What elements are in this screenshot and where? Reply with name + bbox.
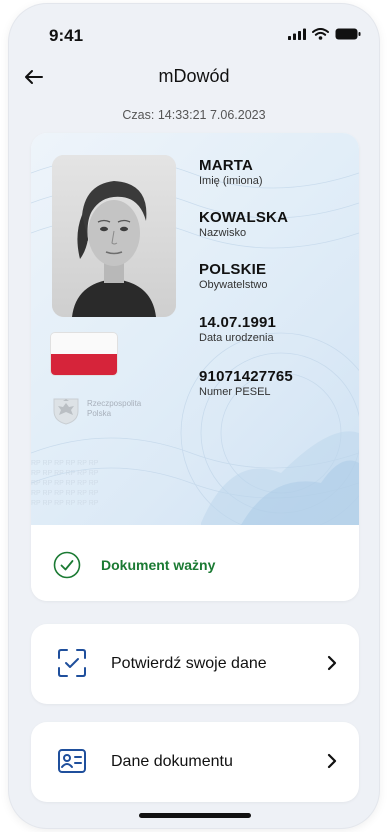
phone-screen: 9:41 mDowód Czas: 14:33:21 7.06.2023 RP …: [9, 4, 379, 828]
pesel-value: 91071427765: [199, 368, 293, 385]
document-details-button[interactable]: Dane dokumentu: [31, 722, 359, 802]
document-timestamp: Czas: 14:33:21 7.06.2023: [122, 108, 266, 122]
birth-date-label: Data urodzenia: [199, 332, 274, 344]
first-name-label: Imię (imiona): [199, 175, 263, 187]
check-circle-icon: [53, 551, 81, 579]
birth-date-value: 14.07.1991: [199, 314, 277, 331]
surname-label: Nazwisko: [199, 227, 247, 239]
emblem-caption: Rzeczpospolita Polska: [87, 399, 142, 418]
first-name-value: MARTA: [199, 157, 254, 174]
battery-icon: [335, 28, 361, 40]
confirm-data-label: Potwierdź swoje dane: [111, 655, 267, 672]
field-first-name: MARTA Imię (imiona): [199, 157, 263, 187]
document-details-label: Dane dokumentu: [111, 753, 233, 770]
svg-text:RP RP RP RP RP RP: RP RP RP RP RP RP: [31, 480, 99, 487]
id-card-icon: [58, 749, 86, 773]
wifi-icon: [312, 28, 329, 40]
chevron-right-icon: [327, 655, 337, 671]
page-title: mDowód: [158, 66, 230, 86]
signal-icon: [288, 28, 306, 40]
chevron-right-icon: [327, 753, 337, 769]
citizenship-value: POLSKIE: [199, 261, 267, 278]
top-bar: mDowód: [9, 58, 379, 94]
svg-text:RP RP RP RP RP RP: RP RP RP RP RP RP: [31, 490, 99, 497]
status-icons: [288, 28, 361, 40]
polish-flag: [51, 333, 117, 375]
document-status: Dokument ważny: [31, 525, 359, 601]
svg-text:RP RP RP RP RP RP: RP RP RP RP RP RP: [31, 470, 99, 477]
scan-check-icon: [58, 649, 86, 677]
pesel-label: Numer PESEL: [199, 386, 271, 398]
svg-text:RP RP RP RP RP RP: RP RP RP RP RP RP: [31, 460, 99, 467]
svg-text:RP RP RP RP RP RP: RP RP RP RP RP RP: [31, 500, 99, 507]
field-surname: KOWALSKA Nazwisko: [199, 209, 288, 239]
status-bar: 9:41: [9, 4, 379, 64]
confirm-data-button[interactable]: Potwierdź swoje dane: [31, 624, 359, 704]
citizenship-label: Obywatelstwo: [199, 279, 268, 291]
id-document-card: RP RP RP RP RP RP RP RP RP RP RP RP RP R…: [31, 133, 359, 601]
home-indicator[interactable]: [139, 813, 251, 818]
field-birth-date: 14.07.1991 Data urodzenia: [199, 314, 276, 344]
document-background: RP RP RP RP RP RP RP RP RP RP RP RP RP R…: [31, 133, 359, 525]
surname-value: KOWALSKA: [199, 209, 289, 226]
status-time: 9:41: [49, 26, 84, 45]
portrait-photo: [52, 155, 176, 317]
field-citizenship: POLSKIE Obywatelstwo: [199, 261, 267, 291]
status-label: Dokument ważny: [101, 557, 216, 573]
eagle-emblem-icon: [53, 398, 79, 425]
field-pesel: 91071427765 Numer PESEL: [199, 368, 293, 398]
